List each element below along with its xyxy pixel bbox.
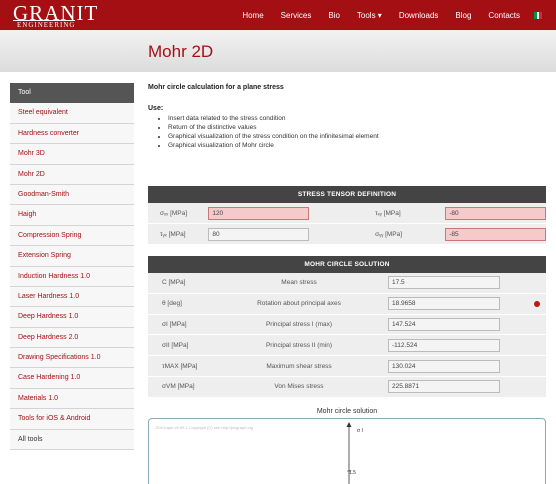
use-item: Graphical visualization of Mohr circle — [168, 141, 546, 150]
use-label: Use: — [148, 105, 164, 112]
sidebar: Tool Steel equivalent Hardness converter M… — [10, 83, 134, 451]
sidebar-item-mohr-3d[interactable]: Mohr 3D — [10, 144, 134, 165]
sidebar-item-drawing-specifications-1-0[interactable]: Drawing Specifications 1.0 — [10, 348, 134, 369]
nav-link-services[interactable]: Services — [281, 11, 312, 20]
solution-value: -112.524 — [388, 338, 500, 352]
stress-tensor-panel: STRESS TENSOR DEFINITION σₓₓ [MPa] 120 τₓᵧ… — [148, 186, 546, 245]
logo-tagline: ENGINEERING — [13, 20, 75, 29]
nav-link-blog[interactable]: Blog — [455, 11, 471, 20]
chart-watermark: JSXGraph v0.99.1 Copyright (C) see http:… — [155, 425, 253, 430]
sidebar-item-laser-hardness-1-0[interactable]: Laser Hardness 1.0 — [10, 286, 134, 308]
solution-label: θ [deg] — [162, 300, 182, 308]
sidebar-item-deep-hardness-2-0[interactable]: Deep Hardness 2.0 — [10, 327, 134, 349]
solution-description: Von Mises stress — [274, 383, 324, 391]
main-nav: Home Services Bio Tools ▾ Downloads Blog Conta… — [225, 0, 543, 30]
sidebar-item-induction-hardness-1-0[interactable]: Induction Hardness 1.0 — [10, 266, 134, 287]
sidebar-item-goodman-smith[interactable]: Goodman-Smith — [10, 184, 134, 206]
nav-link-bio[interactable]: Bio — [328, 11, 340, 20]
solution-row: θ [deg] Rotation about principal axes 18.9… — [148, 294, 546, 315]
use-item: Graphical visualization of the stress co… — [168, 132, 546, 141]
title-band — [0, 30, 556, 72]
tensor-label: σₓₓ [MPa] — [160, 209, 188, 217]
solution-label: σII [MPa] — [162, 341, 189, 349]
sidebar-item-all-tools[interactable]: All tools — [10, 429, 134, 451]
tensor-label: σᵧᵧ [MPa] — [375, 230, 403, 238]
logo-name: GRANIT — [13, 1, 99, 25]
solution-row: τMAX [MPa] Maximum shear stress 130.024 — [148, 356, 546, 377]
stress-tensor-header: STRESS TENSOR DEFINITION — [148, 186, 546, 203]
sidebar-item-steel-equivalent[interactable]: Steel equivalent — [10, 103, 134, 124]
solution-value: 225.8871 — [388, 380, 500, 394]
chart-y-arrow — [346, 422, 352, 427]
mohr-solution-panel: MOHR CIRCLE SOLUTION C [MPa] Mean stress 1… — [148, 256, 546, 398]
solution-value: 130.024 — [388, 359, 500, 373]
solution-description: Mean stress — [281, 279, 317, 287]
mohr-chart[interactable]: JSXGraph v0.99.1 Copyright (C) see http:… — [148, 418, 546, 484]
sidebar-item-hardness-converter[interactable]: Hardness converter — [10, 123, 134, 145]
italian-flag-icon[interactable] — [534, 11, 543, 19]
sidebar-item-compression-spring[interactable]: Compression Spring — [10, 225, 134, 247]
intro-heading: Mohr circle calculation for a plane stre… — [148, 84, 284, 91]
intro: Mohr circle calculation for a plane stre… — [148, 84, 546, 150]
chart-canvas: JSXGraph v0.99.1 Copyright (C) see http:… — [155, 422, 363, 484]
logo[interactable]: GRANIT ENGINEERING — [13, 1, 99, 29]
mohr-solution-header: MOHR CIRCLE SOLUTION — [148, 256, 546, 273]
tensor-input[interactable]: 120 — [208, 206, 310, 220]
solution-value: 147.524 — [388, 317, 500, 331]
sidebar-item-extension-spring[interactable]: Extension Spring — [10, 246, 134, 267]
use-list: Insert data related to the stress condit… — [148, 114, 546, 150]
nav-link-downloads[interactable]: Downloads — [399, 11, 439, 20]
sidebar-item-mohr-2d[interactable]: Mohr 2D — [10, 164, 134, 185]
solution-description: Rotation about principal axes — [257, 300, 341, 308]
use-item: Return of the distinctive values — [168, 123, 546, 132]
sidebar-item-tools-for-ios-android[interactable]: Tools for iOS & Android — [10, 409, 134, 430]
top-bar: GRANIT ENGINEERING Home Services Bio Tools … — [0, 0, 556, 30]
sidebar-item-materials-1-0[interactable]: Materials 1.0 — [10, 388, 134, 410]
chart-axis-label: σ I — [357, 428, 363, 434]
solution-row: σII [MPa] Principal stress II (min) -112.5… — [148, 335, 546, 357]
tensor-input[interactable]: -80 — [445, 206, 546, 220]
tensor-input[interactable]: -85 — [445, 227, 546, 241]
solution-label: C [MPa] — [162, 279, 186, 287]
solution-row: σI [MPa] Principal stress I (max) 147.524 — [148, 315, 546, 336]
solution-row: σVM [MPa] Von Mises stress 225.8871 — [148, 377, 546, 398]
nav-link-home[interactable]: Home — [242, 11, 263, 20]
tensor-row: σₓₓ [MPa] 120 τₓᵧ [MPa] -80 — [148, 203, 546, 224]
info-icon[interactable] — [534, 300, 540, 307]
tensor-label: τₓᵧ [MPa] — [375, 209, 401, 217]
solution-description: Principal stress II (min) — [265, 341, 333, 349]
solution-label: τMAX [MPa] — [162, 362, 198, 370]
sidebar-header: Tool — [10, 83, 134, 104]
solution-label: σVM [MPa] — [162, 383, 195, 391]
solution-description: Maximum shear stress — [266, 362, 332, 370]
chart-title: Mohr circle solution — [316, 408, 378, 415]
solution-value: 18.9658 — [388, 297, 500, 311]
tensor-label: τᵧₓ [MPa] — [160, 230, 186, 238]
nav-link-tools[interactable]: Tools ▾ — [357, 11, 382, 20]
sidebar-item-haigh[interactable]: Haigh — [10, 205, 134, 226]
solution-label: σI [MPa] — [162, 320, 187, 328]
tensor-input[interactable]: 80 — [208, 227, 310, 241]
sidebar-item-deep-hardness-1-0[interactable]: Deep Hardness 1.0 — [10, 307, 134, 328]
solution-description: Principal stress I (max) — [265, 320, 333, 328]
nav-link-contacts[interactable]: Contacts — [488, 11, 520, 20]
use-item: Insert data related to the stress condit… — [168, 114, 546, 123]
page-title: Mohr 2D — [148, 42, 214, 61]
tensor-row: τᵧₓ [MPa] 80 σᵧᵧ [MPa] -85 — [148, 224, 546, 245]
chart-tick-label: 1.5 — [349, 470, 356, 476]
solution-row: C [MPa] Mean stress 17.5 — [148, 273, 546, 294]
sidebar-item-case-hardening-1-0[interactable]: Case Hardening 1.0 — [10, 368, 134, 389]
solution-value: 17.5 — [388, 276, 500, 290]
